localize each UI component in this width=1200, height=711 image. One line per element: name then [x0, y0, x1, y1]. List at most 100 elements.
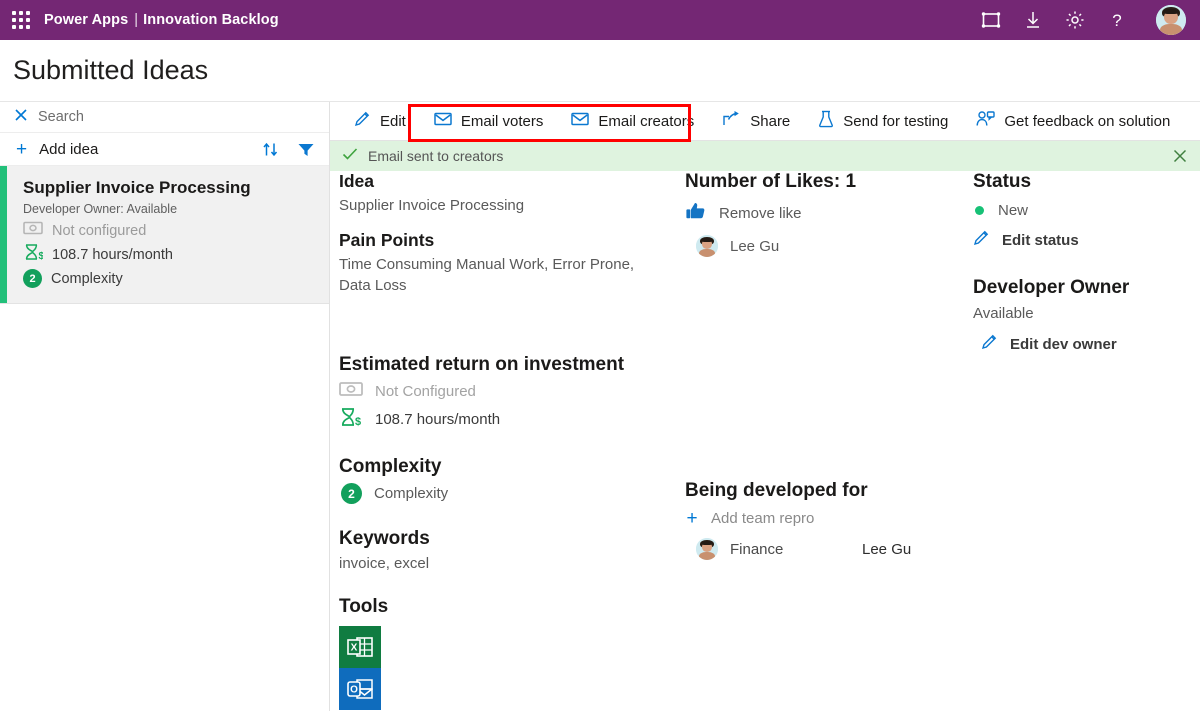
- idea-accent-bar: [0, 166, 7, 303]
- edit-dev-owner-label: Edit dev owner: [1010, 335, 1117, 353]
- idea-card-complexity-label: Complexity: [51, 270, 123, 287]
- tools-heading: Tools: [339, 596, 389, 617]
- roi-money-value: Not Configured: [375, 383, 476, 400]
- pencil-icon: [354, 110, 371, 132]
- roi-hours-row: $ 108.7 hours/month: [339, 407, 679, 432]
- idea-card-body: Supplier Invoice Processing Developer Ow…: [7, 166, 329, 303]
- email-voters-label: Email voters: [460, 112, 544, 130]
- idea-heading: Idea: [339, 171, 375, 191]
- brand-separator: |: [134, 12, 139, 28]
- remove-like-button[interactable]: Remove like: [685, 201, 965, 226]
- hourglass-dollar-icon: $: [23, 243, 45, 266]
- likes-heading: Number of Likes: 1: [685, 171, 857, 192]
- gear-icon[interactable]: [1064, 9, 1086, 31]
- svg-text:?: ?: [1112, 11, 1121, 30]
- developer-owner-value: Available: [973, 305, 1034, 322]
- complexity-badge: 2: [341, 483, 362, 504]
- avatar: [696, 235, 718, 257]
- page-body: Search + Add idea Supplier Invoice Proce…: [0, 102, 1200, 711]
- add-team-repro-button[interactable]: + Add team repro: [685, 509, 965, 528]
- roi-money-row: Not Configured: [339, 381, 679, 402]
- money-icon: [339, 381, 363, 402]
- team-person: Lee Gu: [862, 540, 912, 558]
- idea-card-money: Not configured: [52, 222, 147, 239]
- status-heading: Status: [973, 171, 1032, 192]
- detail-pane: Edit Email voters Email creators Share S…: [330, 102, 1200, 711]
- share-icon: [722, 110, 741, 132]
- hourglass-dollar-icon: $: [339, 407, 363, 432]
- detail-column-left: Idea Supplier Invoice Processing Pain Po…: [339, 171, 679, 710]
- edit-status-button[interactable]: Edit status: [973, 229, 1200, 251]
- close-icon[interactable]: [1172, 148, 1188, 164]
- email-voters-button[interactable]: Email voters: [420, 102, 558, 140]
- envelope-icon: [434, 112, 452, 131]
- search-input[interactable]: Search: [38, 109, 84, 125]
- avatar-image: [1156, 5, 1186, 35]
- email-creators-button[interactable]: Email creators: [557, 102, 708, 140]
- thumbs-up-icon: [685, 201, 707, 226]
- outlook-icon[interactable]: O: [339, 668, 381, 710]
- status-row: New: [973, 202, 1200, 219]
- plus-icon: +: [686, 508, 698, 529]
- idea-card-title: Supplier Invoice Processing: [23, 178, 251, 197]
- fullscreen-icon[interactable]: [980, 9, 1002, 31]
- team-row: Finance Lee Gu: [696, 538, 965, 560]
- detail-column-right: Status New Edit status Developer Owner A…: [973, 171, 1200, 357]
- idea-card-complexity-row: 2 Complexity: [23, 269, 319, 288]
- status-badge: [975, 206, 984, 215]
- send-for-testing-label: Send for testing: [843, 112, 949, 130]
- pain-points-heading: Pain Points: [339, 230, 435, 250]
- keywords-heading: Keywords: [339, 528, 430, 549]
- close-icon[interactable]: [14, 108, 28, 127]
- add-idea-row[interactable]: + Add idea: [0, 133, 329, 166]
- team-name: Finance: [730, 540, 784, 558]
- sort-icon[interactable]: [262, 141, 279, 158]
- search-row[interactable]: Search: [0, 102, 329, 133]
- pencil-icon: [981, 333, 998, 355]
- person-feedback-icon: [976, 110, 996, 132]
- app-name: Innovation Backlog: [143, 12, 279, 28]
- top-nav-bar: Power Apps | Innovation Backlog ?: [0, 0, 1200, 40]
- svg-text:$: $: [39, 251, 44, 261]
- send-for-testing-button[interactable]: Send for testing: [804, 102, 962, 140]
- filter-icon[interactable]: [297, 141, 315, 158]
- page-title: Submitted Ideas: [13, 55, 209, 85]
- list-item[interactable]: Supplier Invoice Processing Developer Ow…: [0, 166, 329, 304]
- help-icon[interactable]: ?: [1106, 9, 1128, 31]
- idea-card-hours-row: $ 108.7 hours/month: [23, 243, 319, 266]
- money-icon: [23, 221, 43, 240]
- edit-button[interactable]: Edit: [340, 102, 420, 140]
- developer-owner-heading: Developer Owner: [973, 277, 1130, 298]
- detail-column-middle: Number of Likes: 1 Remove like Lee Gu Be…: [685, 171, 965, 560]
- roi-heading: Estimated return on investment: [339, 354, 625, 375]
- complexity-label: Complexity: [374, 485, 449, 502]
- flask-icon: [818, 110, 834, 133]
- app-launcher-icon[interactable]: [10, 9, 32, 31]
- user-avatar[interactable]: [1156, 5, 1186, 35]
- command-bar: Edit Email voters Email creators Share S…: [330, 102, 1200, 142]
- detail-content: Idea Supplier Invoice Processing Pain Po…: [330, 171, 1200, 711]
- svg-text:$: $: [355, 416, 361, 427]
- edit-status-label: Edit status: [1002, 231, 1079, 249]
- download-icon[interactable]: [1022, 9, 1044, 31]
- edit-dev-owner-button[interactable]: Edit dev owner: [981, 333, 1200, 355]
- svg-text:X: X: [351, 643, 358, 654]
- share-button[interactable]: Share: [708, 102, 804, 140]
- remove-like-label: Remove like: [719, 205, 802, 222]
- email-creators-label: Email creators: [598, 112, 695, 130]
- add-idea-button[interactable]: Add idea: [39, 141, 98, 158]
- avatar: [696, 538, 718, 560]
- plus-icon: +: [16, 138, 28, 160]
- notification-message: Email sent to creators: [368, 148, 504, 164]
- keywords-value: invoice, excel: [339, 555, 430, 572]
- tools-list: X O: [339, 626, 679, 710]
- share-label: Share: [750, 112, 791, 130]
- voter-row: Lee Gu: [696, 235, 965, 257]
- get-feedback-button[interactable]: Get feedback on solution: [962, 102, 1184, 140]
- excel-icon[interactable]: X: [339, 626, 381, 668]
- page-header: Submitted Ideas: [0, 40, 1200, 102]
